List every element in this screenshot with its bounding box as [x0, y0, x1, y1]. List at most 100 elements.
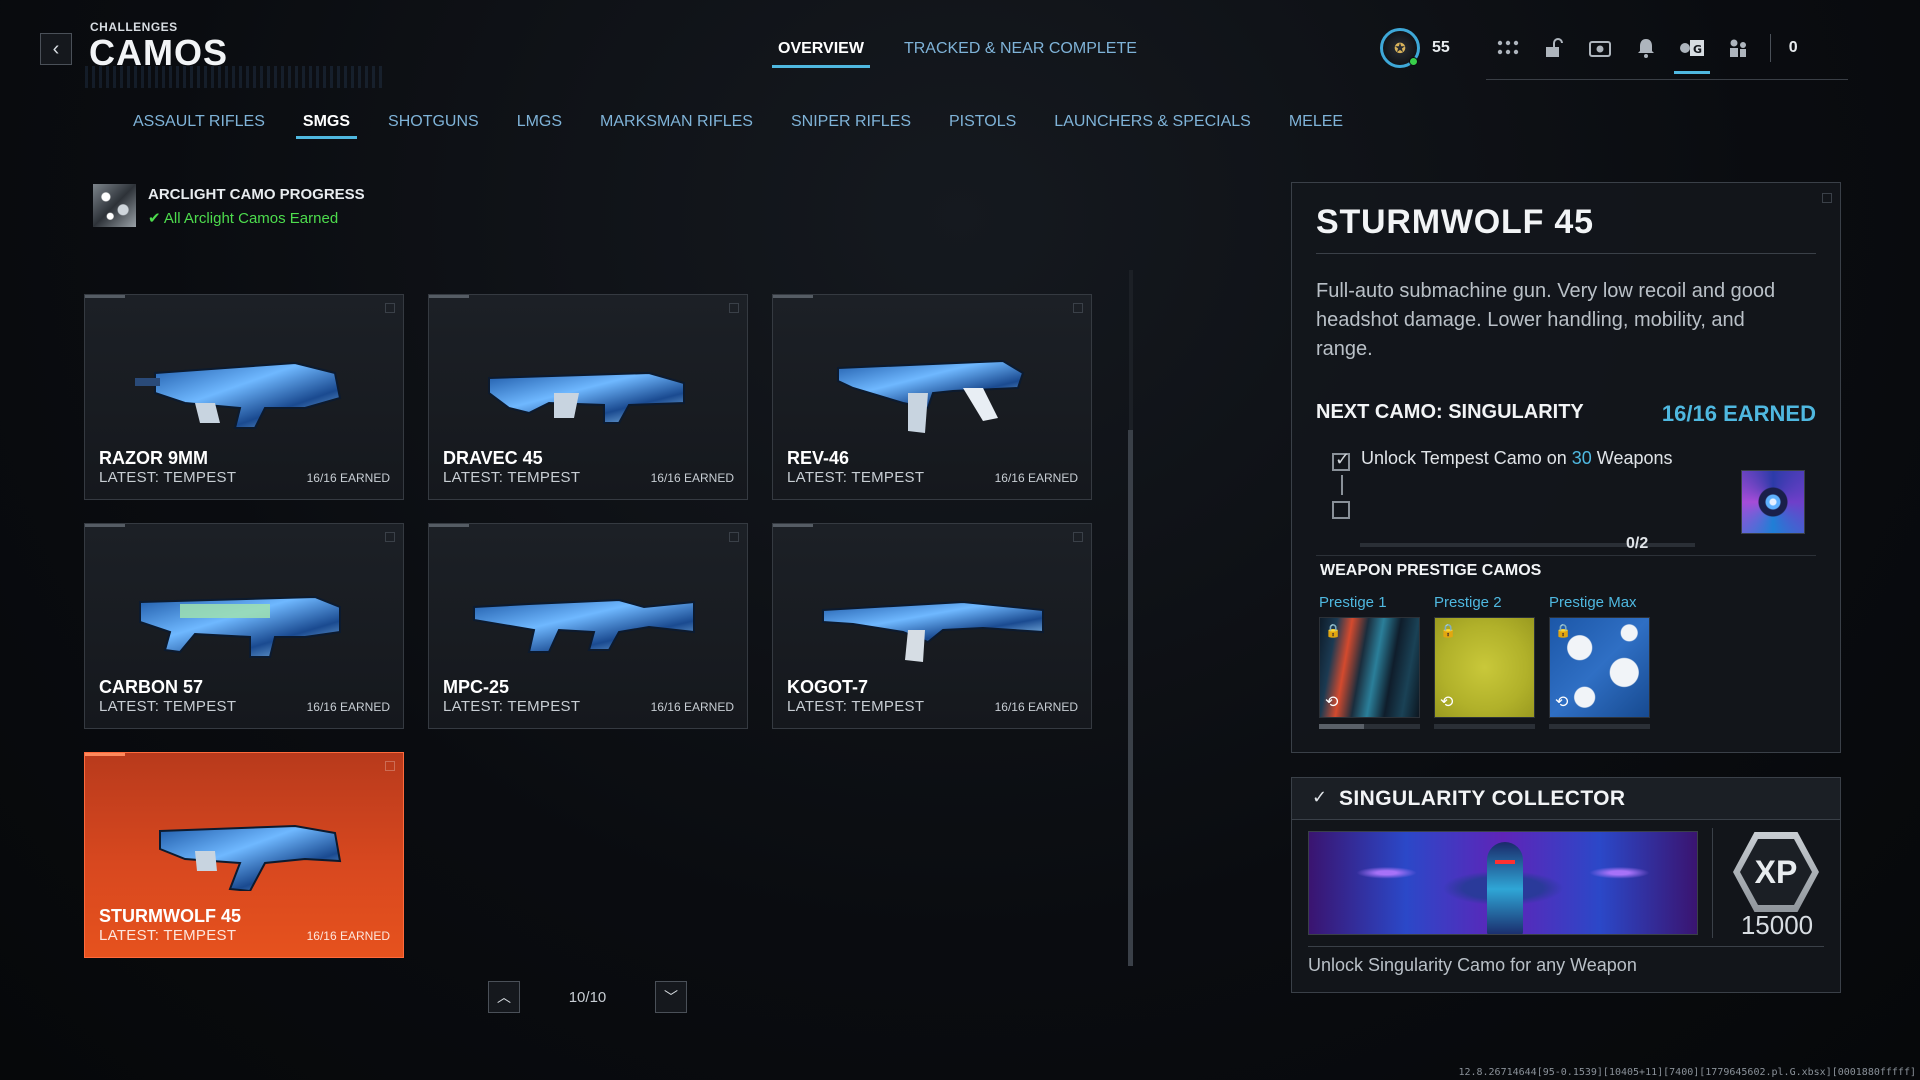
player-level-badge[interactable]: ✪ — [1380, 28, 1420, 68]
chevron-down-icon: ﹀ — [664, 989, 678, 1005]
tab-tracked-near-complete[interactable]: TRACKED & NEAR COMPLETE — [904, 40, 1137, 68]
svg-text:G: G — [1693, 43, 1702, 56]
bell-icon[interactable] — [1632, 34, 1660, 62]
weapon-latest-camo: LATEST: TEMPEST — [99, 927, 237, 944]
friends-icon[interactable] — [1724, 34, 1752, 62]
category-tabs: ASSAULT RIFLES SMGS SHOTGUNS LMGS MARKSM… — [133, 113, 1362, 139]
weapon-image — [837, 359, 1025, 433]
next-camo-earned: 16/16 EARNED — [1661, 401, 1816, 426]
weapon-description: Full-auto submachine gun. Very low recoi… — [1316, 280, 1776, 360]
tab-lmgs[interactable]: LMGS — [498, 113, 581, 139]
requirement-text: Unlock Tempest Camo on 30 Weapons — [1361, 448, 1673, 469]
requirement-count: 30 — [1571, 448, 1592, 468]
prestige-progress-bar — [1434, 724, 1535, 729]
weapon-latest-camo: LATEST: TEMPEST — [787, 698, 925, 715]
weapon-earned: 16/16 EARNED — [306, 700, 390, 714]
weapon-grid: RAZOR 9MM LATEST: TEMPEST 16/16 EARNED D… — [84, 294, 1092, 958]
weapon-card-dravec-45[interactable]: DRAVEC 45 LATEST: TEMPEST 16/16 EARNED — [428, 294, 748, 500]
weapon-earned: 16/16 EARNED — [994, 700, 1078, 714]
collector-title: SINGULARITY COLLECTOR — [1339, 787, 1626, 810]
weapon-details-panel: STURMWOLF 45 Full-auto submachine gun. V… — [1291, 182, 1841, 753]
singularity-collector-panel: ✓ SINGULARITY COLLECTOR XP 15000 Unlock … — [1291, 777, 1841, 993]
prestige-icon: ⟲ — [1440, 694, 1454, 711]
weapon-earned: 16/16 EARNED — [650, 700, 734, 714]
prestige-camo-1[interactable]: Prestige 1 🔒 ⟲ — [1319, 594, 1420, 729]
divider — [1316, 253, 1816, 254]
weapon-card-razor-9mm[interactable]: RAZOR 9MM LATEST: TEMPEST 16/16 EARNED — [84, 294, 404, 500]
divider — [1308, 946, 1824, 947]
weapon-image — [139, 595, 341, 658]
tab-assault-rifles[interactable]: ASSAULT RIFLES — [133, 113, 284, 139]
online-status-dot — [1409, 57, 1418, 66]
arclight-status: ✔ All Arclight Camos Earned — [148, 209, 365, 227]
weapon-name: MPC-25 — [443, 677, 510, 697]
card-corner-marker — [1073, 532, 1083, 542]
build-info: 12.8.26714644[95-0.1539][10405+11][7400]… — [1458, 1067, 1916, 1078]
tab-pistols[interactable]: PISTOLS — [930, 113, 1035, 139]
chevron-left-icon: ‹ — [52, 37, 60, 60]
panel-corner-marker — [1822, 193, 1832, 203]
weapon-name: RAZOR 9MM — [99, 448, 208, 468]
checkmark-icon: ✓ — [1312, 787, 1328, 807]
player-level: 55 — [1432, 39, 1450, 56]
weapon-name: STURMWOLF 45 — [99, 906, 241, 926]
weapon-latest-camo: LATEST: TEMPEST — [443, 469, 581, 486]
prestige-camo-max[interactable]: Prestige Max 🔒 ⟲ — [1549, 594, 1650, 729]
tab-marksman-rifles[interactable]: MARKSMAN RIFLES — [581, 113, 772, 139]
tab-overview[interactable]: OVERVIEW — [772, 40, 870, 68]
weapon-latest-camo: LATEST: TEMPEST — [99, 698, 237, 715]
back-button[interactable]: ‹ — [40, 33, 72, 65]
chevron-up-icon: ︿ — [497, 989, 511, 1005]
weapon-card-mpc-25[interactable]: MPC-25 LATEST: TEMPEST 16/16 EARNED — [428, 523, 748, 729]
prestige-label: Prestige Max — [1549, 594, 1637, 611]
tab-launchers-specials[interactable]: LAUNCHERS & SPECIALS — [1035, 113, 1270, 139]
card-corner-marker — [1073, 303, 1083, 313]
weapon-earned: 16/16 EARNED — [994, 471, 1078, 485]
requirement-checkbox-unchecked — [1332, 501, 1350, 519]
weapon-card-carbon-57[interactable]: CARBON 57 LATEST: TEMPEST 16/16 EARNED — [84, 523, 404, 729]
weapon-card-sturmwolf-45[interactable]: STURMWOLF 45 LATEST: TEMPEST 16/16 EARNE… — [84, 752, 404, 958]
top-tabs: OVERVIEW TRACKED & NEAR COMPLETE — [772, 40, 1137, 68]
settings-gamepad-icon[interactable]: G — [1673, 34, 1710, 74]
xp-icon: XP — [1733, 832, 1819, 912]
prestige-swatch: 🔒 ⟲ — [1434, 617, 1535, 718]
singularity-camo-thumbnail[interactable] — [1741, 470, 1805, 534]
camera-icon[interactable] — [1586, 34, 1614, 62]
pager: ︿ 10/10 ﹀ — [488, 981, 687, 1013]
page-indicator: 10/10 — [568, 988, 607, 1006]
prestige-camo-2[interactable]: Prestige 2 🔒 ⟲ — [1434, 594, 1535, 729]
weapon-card-rev-46[interactable]: REV-46 LATEST: TEMPEST 16/16 EARNED — [772, 294, 1092, 500]
details-title: STURMWOLF 45 — [1316, 203, 1594, 241]
unlock-icon[interactable] — [1540, 34, 1568, 62]
topbar-right: ✪ 55 G 0 — [1380, 26, 1848, 80]
tab-melee[interactable]: MELEE — [1270, 113, 1362, 139]
card-corner-marker — [385, 532, 395, 542]
prestige-label: Prestige 1 — [1319, 594, 1387, 611]
xp-label: XP — [1740, 839, 1812, 905]
weapon-earned: 16/16 EARNED — [306, 929, 390, 943]
weapon-name: REV-46 — [787, 448, 850, 468]
grid-menu-icon[interactable] — [1494, 34, 1522, 62]
grid-scrollbar-thumb[interactable] — [1128, 430, 1133, 966]
weapon-card-kogot-7[interactable]: KOGOT-7 LATEST: TEMPEST 16/16 EARNED — [772, 523, 1092, 729]
lock-icon: 🔒 — [1555, 623, 1572, 638]
prestige-label: Prestige 2 — [1434, 594, 1502, 611]
collector-description: Unlock Singularity Camo for any Weapon — [1308, 955, 1637, 975]
weapon-latest-camo: LATEST: TEMPEST — [443, 698, 581, 715]
tab-shotguns[interactable]: SHOTGUNS — [369, 113, 498, 139]
card-corner-marker — [385, 303, 395, 313]
page-up-button[interactable]: ︿ — [488, 981, 520, 1013]
card-corner-marker — [729, 532, 739, 542]
arclight-progress: ARCLIGHT CAMO PROGRESS ✔ All Arclight Ca… — [93, 184, 365, 227]
weapon-image — [135, 361, 342, 429]
tab-smgs[interactable]: SMGS — [284, 113, 369, 139]
page-down-button[interactable]: ﹀ — [655, 981, 687, 1013]
tab-sniper-rifles[interactable]: SNIPER RIFLES — [772, 113, 930, 139]
prestige-swatch: 🔒 ⟲ — [1319, 617, 1420, 718]
collector-header: ✓ SINGULARITY COLLECTOR — [1292, 778, 1840, 820]
lock-icon: 🔒 — [1440, 623, 1457, 638]
requirement-prefix: Unlock Tempest Camo on — [1361, 448, 1572, 468]
requirement-progress-label: 0/2 — [1626, 535, 1649, 552]
weapon-name: CARBON 57 — [99, 677, 204, 697]
lock-icon: 🔒 — [1325, 623, 1342, 638]
